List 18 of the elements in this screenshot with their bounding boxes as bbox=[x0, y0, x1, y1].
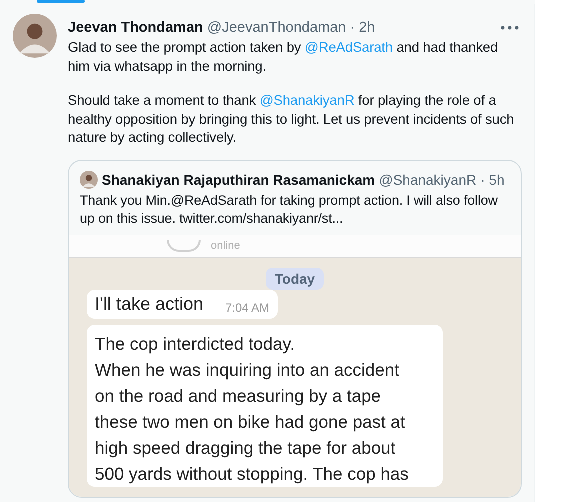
message-text: I'll take action bbox=[95, 294, 204, 314]
tweet-text: Should take a moment to thank @ShanakiyanR for playing the role of a healthy opposition by bringing this to light. Let us prevent incidents of such nature by acting collectively. bbox=[68, 92, 516, 147]
avatar[interactable] bbox=[13, 14, 57, 58]
author-name[interactable]: Shanakiyan Rajaputhiran Rasamanickam bbox=[102, 172, 376, 188]
contact-status: online bbox=[211, 240, 240, 252]
author-handle[interactable]: @JeevanThondaman bbox=[207, 20, 346, 36]
post-time[interactable]: · 5h bbox=[480, 172, 505, 188]
quote-text: Thank you Min.@ReAdSarath for taking prompt action. I will also follow up on this issue. twitter.com/shanakiyanr/st... bbox=[79, 192, 499, 228]
message-time: 7:04 AM bbox=[226, 300, 270, 314]
quote-card[interactable] bbox=[68, 160, 522, 498]
author-name[interactable]: Jeevan Thondaman bbox=[68, 20, 204, 36]
tweet-text: Glad to see the prompt action taken by @ReAdSarath and had thanked him via whatsapp in the morning. bbox=[68, 39, 500, 76]
post-time[interactable]: · 2h bbox=[350, 20, 376, 36]
date-chip: Today bbox=[266, 268, 324, 290]
profile-ring-icon bbox=[167, 240, 201, 252]
message-text: The cop interdicted today. When he was inquiring into an accident on the road and measuring by a tape these two men on bike had gone past at high speed dragging the tape for about 500 yards without stopping. The cop has bbox=[95, 332, 410, 486]
avatar[interactable] bbox=[80, 170, 98, 188]
author-handle[interactable]: @ShanakiyanR bbox=[379, 172, 477, 188]
